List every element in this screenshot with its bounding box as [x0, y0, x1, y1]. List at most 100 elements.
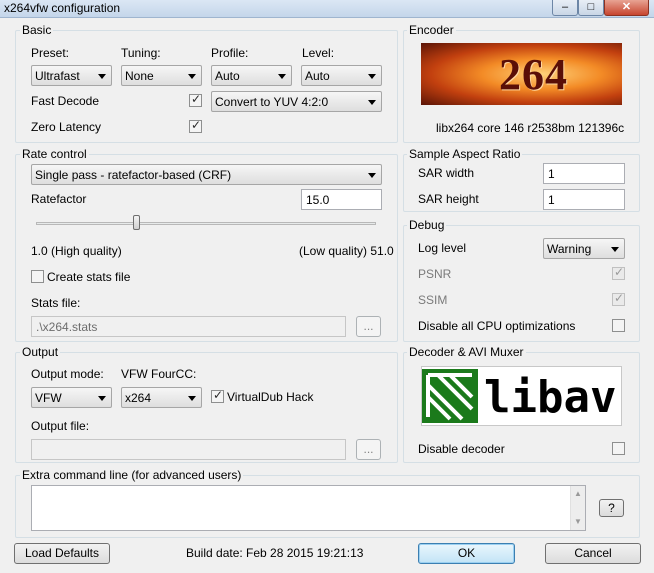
minimize-button[interactable]: ‒	[552, 0, 578, 16]
chevron-down-icon	[368, 173, 376, 178]
checkmark-icon: ✓	[191, 92, 202, 106]
log-level-value: Warning	[547, 242, 592, 256]
sar-height-label: SAR height	[418, 192, 479, 206]
rate-control-group-label: Rate control	[20, 147, 89, 161]
x264-logo-text: 264	[499, 50, 568, 99]
encoder-group-label: Encoder	[407, 23, 456, 37]
output-group-label: Output	[20, 345, 61, 359]
preset-label: Preset:	[31, 46, 70, 60]
window-title: x264vfw configuration	[4, 1, 121, 15]
basic-group-label: Basic	[20, 23, 54, 37]
preset-value: Ultrafast	[35, 69, 80, 83]
stats-file-input[interactable]: .\x264.stats	[31, 316, 346, 337]
colorspace-dropdown[interactable]: Convert to YUV 4:2:0	[211, 91, 382, 112]
scroll-up-icon[interactable]: ▲	[574, 489, 582, 498]
level-label: Level:	[302, 46, 335, 60]
fast-decode-checkbox[interactable]: ✓	[189, 92, 202, 107]
output-mode-label: Output mode:	[31, 367, 104, 381]
ssim-label: SSIM	[418, 293, 448, 307]
colorspace-value: Convert to YUV 4:2:0	[215, 95, 329, 109]
high-quality-label: 1.0 (High quality)	[31, 244, 122, 258]
output-file-input[interactable]	[31, 439, 346, 460]
libav-logo-icon: libav	[422, 369, 616, 423]
disable-decoder-label: Disable decoder	[418, 442, 505, 456]
ssim-checkbox[interactable]: ✓	[612, 291, 625, 306]
output-file-browse-button[interactable]: ...	[356, 439, 381, 460]
disable-cpu-label: Disable all CPU optimizations	[418, 319, 576, 333]
ratefactor-value: 15.0	[306, 193, 330, 207]
help-button[interactable]: ?	[599, 499, 624, 517]
psnr-checkbox[interactable]: ✓	[612, 265, 625, 280]
scroll-down-icon[interactable]: ▼	[574, 517, 582, 526]
low-quality-label: (Low quality) 51.0	[299, 244, 394, 258]
libav-logo: libav	[421, 366, 622, 426]
fourcc-value: x264	[125, 391, 152, 405]
chevron-down-icon	[368, 74, 376, 79]
stats-file-value: .\x264.stats	[36, 320, 98, 334]
scrollbar[interactable]: ▲ ▼	[570, 486, 585, 530]
decoder-group-label: Decoder & AVI Muxer	[407, 345, 526, 359]
sar-width-label: SAR width	[418, 166, 475, 180]
level-dropdown[interactable]: Auto	[301, 65, 382, 86]
stats-file-browse-button[interactable]: ...	[356, 316, 381, 337]
load-defaults-button[interactable]: Load Defaults	[14, 543, 110, 564]
extra-group-label: Extra command line (for advanced users)	[20, 468, 244, 482]
profile-value: Auto	[215, 69, 240, 83]
disable-cpu-checkbox[interactable]: ✓	[612, 319, 625, 332]
build-date: Build date: Feb 28 2015 19:21:13	[186, 546, 364, 560]
ok-button[interactable]: OK	[418, 543, 515, 564]
debug-group-label: Debug	[407, 218, 447, 232]
extra-command-textarea[interactable]: ▲ ▼	[31, 485, 586, 531]
create-stats-checkbox[interactable]: ✓	[31, 270, 44, 283]
close-button[interactable]: ✕	[604, 0, 649, 16]
rate-control-mode-dropdown[interactable]: Single pass - ratefactor-based (CRF)	[31, 164, 382, 185]
chevron-down-icon	[188, 74, 196, 79]
stats-file-label: Stats file:	[31, 296, 81, 310]
rate-control-mode-value: Single pass - ratefactor-based (CRF)	[35, 168, 232, 182]
checkmark-icon: ✓	[191, 118, 202, 132]
cancel-button[interactable]: Cancel	[545, 543, 641, 564]
fourcc-dropdown[interactable]: x264	[121, 387, 202, 408]
zero-latency-checkbox[interactable]: ✓	[189, 118, 202, 133]
checkmark-icon: ✓	[213, 388, 224, 402]
ratefactor-input[interactable]: 15.0	[301, 189, 382, 210]
checkmark-icon: ✓	[614, 291, 625, 305]
level-value: Auto	[305, 69, 330, 83]
vdub-hack-checkbox[interactable]: ✓	[211, 388, 224, 403]
chevron-down-icon	[188, 396, 196, 401]
create-stats-label: Create stats file	[47, 270, 131, 284]
log-level-label: Log level	[418, 241, 467, 255]
profile-label: Profile:	[211, 46, 249, 60]
chevron-down-icon	[98, 74, 106, 79]
tuning-dropdown[interactable]: None	[121, 65, 202, 86]
vdub-hack-label: VirtualDub Hack	[227, 390, 314, 404]
sar-height-input[interactable]: 1	[543, 189, 625, 210]
profile-dropdown[interactable]: Auto	[211, 65, 292, 86]
sar-height-value: 1	[548, 193, 555, 207]
output-mode-value: VFW	[35, 391, 62, 405]
sar-width-value: 1	[548, 167, 555, 181]
ratefactor-slider-track[interactable]	[36, 222, 376, 225]
chevron-down-icon	[278, 74, 286, 79]
fast-decode-label: Fast Decode	[31, 94, 100, 108]
fourcc-label: VFW FourCC:	[121, 367, 197, 381]
log-level-dropdown[interactable]: Warning	[543, 238, 625, 259]
x264-logo: 264	[421, 43, 622, 105]
sar-group-label: Sample Aspect Ratio	[407, 147, 523, 161]
libav-logo-text: libav	[484, 372, 616, 423]
ratefactor-label: Ratefactor	[31, 192, 87, 206]
checkmark-icon: ✓	[614, 265, 625, 279]
psnr-label: PSNR	[418, 267, 452, 281]
disable-decoder-checkbox[interactable]: ✓	[612, 442, 625, 455]
preset-dropdown[interactable]: Ultrafast	[31, 65, 112, 86]
sar-width-input[interactable]: 1	[543, 163, 625, 184]
zero-latency-label: Zero Latency	[31, 120, 102, 134]
output-mode-dropdown[interactable]: VFW	[31, 387, 112, 408]
output-file-label: Output file:	[31, 419, 90, 433]
chevron-down-icon	[98, 396, 106, 401]
ratefactor-slider-thumb[interactable]	[132, 215, 140, 230]
maximize-button[interactable]: □	[578, 0, 604, 16]
tuning-value: None	[125, 69, 154, 83]
chevron-down-icon	[368, 100, 376, 105]
chevron-down-icon	[611, 247, 619, 252]
